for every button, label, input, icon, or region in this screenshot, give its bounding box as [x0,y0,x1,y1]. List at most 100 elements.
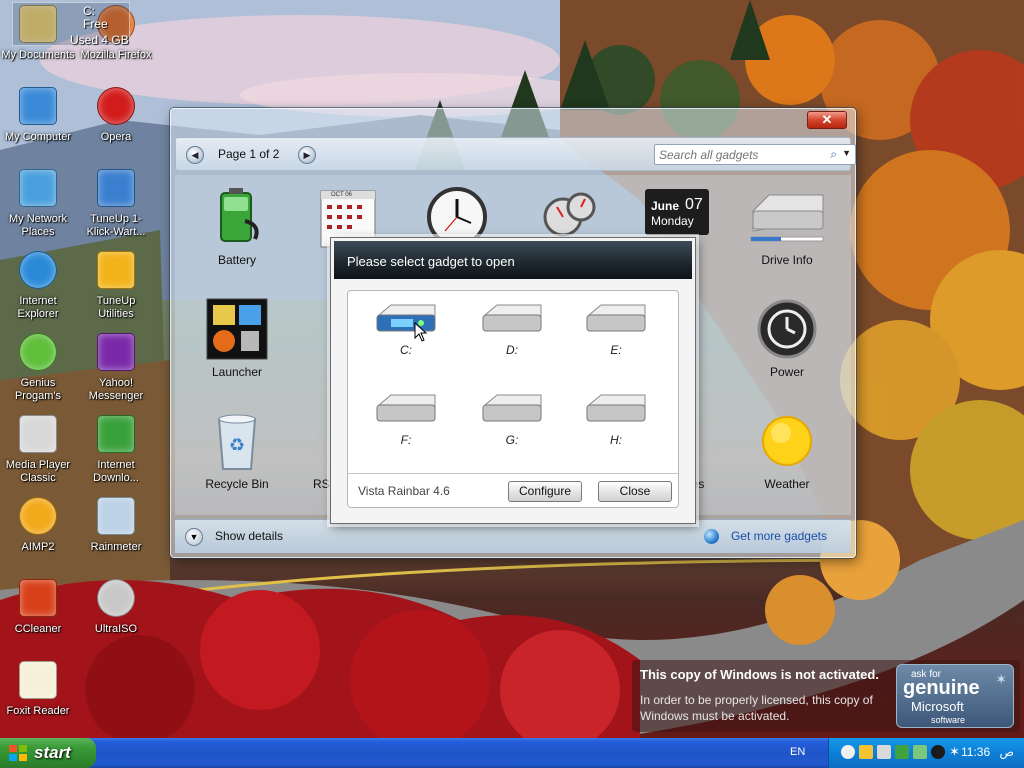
gadget-search-box[interactable]: ⌕ ▼ [654,144,856,165]
ultraiso-icon [94,576,138,620]
gallery-toolbar: ◀ Page 1 of 2 ▶ ⌕ ▼ [175,137,856,171]
globe-icon [704,529,719,544]
gadget-launcher[interactable]: Launcher [185,297,289,379]
chevron-down-icon[interactable]: ▼ [842,148,851,158]
ccleaner-icon [16,576,60,620]
svg-text:♻: ♻ [229,435,245,456]
gadget-power[interactable]: Power [735,297,839,379]
gadget-battery[interactable]: Battery [185,185,289,267]
drive-option[interactable]: D: [472,301,552,357]
foxit-reader-icon [16,658,60,702]
clock-time: 11:36 [961,745,991,759]
desktop-shortcut-label: My Computer [4,131,72,143]
activation-notice: This copy of Windows is not activated. I… [632,660,1020,732]
language-indicator[interactable]: EN [790,746,805,758]
tray-messenger-icon[interactable] [859,745,873,759]
desktop-shortcut[interactable]: Rainmeter [78,494,154,554]
desktop-shortcut[interactable]: UltraISO [78,576,154,636]
gallery-footer: ▼ Show details Get more gadgets [175,519,851,553]
desktop-shortcut[interactable]: AIMP2 [0,494,76,554]
system-tray: ✶ 11:36 ص [828,738,1024,768]
weather-sun-icon [755,409,819,473]
desktop-shortcut[interactable]: Opera [78,84,154,144]
gallery-close-button[interactable]: ✕ [807,111,847,129]
version-label: Vista Rainbar 4.6 [358,484,450,498]
date-month: June [651,199,680,213]
tray-app-icon[interactable] [841,745,855,759]
start-button[interactable]: start [0,738,96,768]
date-day: 07 [685,196,703,213]
gadget-weather[interactable]: Weather [735,409,839,491]
calendar-mini-month: OCT 06 [331,192,352,198]
desktop-shortcut[interactable]: Internet Downlo... [78,412,154,485]
launcher-icon [205,297,269,361]
next-page-icon[interactable]: ▶ [298,146,316,164]
hard-drive-icon [481,391,543,425]
internet-explorer-icon [16,248,60,292]
desktop-shortcut[interactable]: TuneUp Utilities [78,248,154,321]
search-icon[interactable]: ⌕ [830,147,837,162]
disk-widget-used: Used 4 GB [70,33,129,47]
drive-letter: H: [610,433,622,447]
genius-programs-icon [16,330,60,374]
tray-security-icon[interactable] [895,745,909,759]
get-more-gadgets-link[interactable]: Get more gadgets [731,529,827,543]
desktop-shortcut[interactable]: My Computer [0,84,76,144]
windows-logo-icon [9,745,27,761]
battery-icon [205,185,269,249]
opera-icon [94,84,138,128]
desktop-shortcut[interactable]: Yahoo! Messenger [78,330,154,403]
show-details-link[interactable]: Show details [215,529,283,543]
show-details-icon[interactable]: ▼ [185,528,203,546]
mouse-cursor-icon [414,322,428,342]
drive-option[interactable]: G: [472,391,552,447]
configure-button[interactable]: Configure [508,481,582,502]
taskbar: start EN ✶ 11:36 ص [0,738,1024,768]
desktop-shortcut[interactable]: My Network Places [0,166,76,239]
dialog-title: Please select gadget to open [334,241,692,279]
desktop-shortcut[interactable]: TuneUp 1-Klick-Wart... [78,166,154,239]
drive-option[interactable]: C: [366,301,446,357]
aimp2-icon [16,494,60,538]
activation-message: In order to be properly licensed, this c… [640,693,873,723]
rainmeter-icon [94,494,138,538]
tray-player-icon[interactable] [931,745,945,759]
tuneup-utilities-icon [94,248,138,292]
desktop-shortcut-label: Internet Downlo... [93,459,139,484]
logo-software: software [931,715,966,725]
hard-drive-icon [375,391,437,425]
desktop-shortcut[interactable]: Foxit Reader [0,658,76,718]
tray-printer-icon[interactable] [877,745,891,759]
internet-download-icon [94,412,138,456]
desktop-shortcut[interactable]: Internet Explorer [0,248,76,321]
activation-title: This copy of Windows is not activated. [640,667,879,682]
drive-letter: G: [505,433,519,447]
drive-letter: E: [610,343,622,357]
desktop-shortcut[interactable]: CCleaner [0,576,76,636]
desktop-shortcut-label: AIMP2 [21,541,55,553]
desktop-shortcut[interactable]: Genius Progam's [0,330,76,403]
genuine-microsoft-logo: ask for genuine Microsoft software ✶ [896,664,1014,728]
desktop-shortcut-label: Mozilla Firefox [80,49,152,61]
gadget-label: Recycle Bin [205,477,269,491]
desktop-shortcut-label: Foxit Reader [6,705,70,717]
drive-option[interactable]: F: [366,391,446,447]
desktop-shortcut-label: TuneUp 1-Klick-Wart... [86,213,146,238]
gadget-drive-info[interactable]: Drive Info [735,185,839,267]
taskbar-clock[interactable]: 11:36 ص [961,745,1014,759]
gadget-search-input[interactable] [659,146,819,164]
drive-option[interactable]: E: [576,301,656,357]
gadget-recycle-bin[interactable]: ♻ Recycle Bin [185,409,289,491]
close-button[interactable]: Close [598,481,672,502]
my-computer-icon [16,84,60,128]
power-icon [755,297,819,361]
date-tile: June 07 Monday [645,189,709,235]
previous-page-icon[interactable]: ◀ [186,146,204,164]
desktop-shortcut[interactable]: Media Player Classic [0,412,76,485]
tray-network-icon[interactable] [913,745,927,759]
star-icon: ✶ [995,671,1007,687]
desktop-shortcut-label: Opera [100,131,132,143]
drive-option[interactable]: H: [576,391,656,447]
disk-widget-free: Free [83,17,108,31]
gadget-date[interactable]: June 07 Monday [625,189,729,235]
